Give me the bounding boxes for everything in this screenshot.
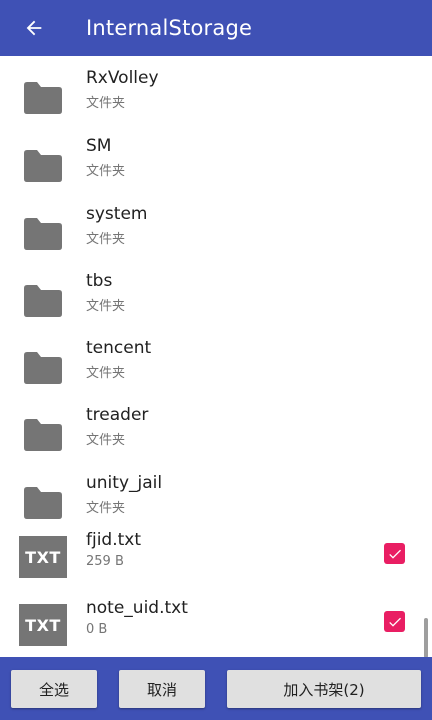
item-name: RxVolley — [86, 68, 159, 88]
item-name: treader — [86, 405, 149, 425]
list-item-file[interactable]: TXT fjid.txt 259 B — [0, 530, 432, 604]
item-type: 文件夹 — [86, 501, 126, 516]
folder-icon — [24, 150, 62, 182]
item-name: unity_jail — [86, 473, 163, 493]
select-checkbox[interactable] — [384, 611, 405, 632]
check-icon — [388, 549, 401, 559]
txt-file-icon: TXT — [19, 604, 67, 646]
list-item-folder[interactable]: system 文件夹 — [0, 204, 432, 278]
folder-icon — [24, 218, 62, 250]
item-name: tencent — [86, 338, 152, 358]
item-type: 文件夹 — [86, 164, 126, 179]
txt-file-icon: TXT — [19, 536, 67, 578]
folder-icon — [24, 82, 62, 114]
folder-icon — [24, 419, 62, 451]
item-type: 文件夹 — [86, 299, 126, 314]
item-size: 0 B — [86, 622, 108, 637]
folder-icon — [24, 487, 62, 519]
list-item-folder[interactable]: treader 文件夹 — [0, 405, 432, 479]
item-name: SM — [86, 136, 112, 156]
scrollbar[interactable] — [424, 618, 428, 658]
check-icon — [388, 617, 401, 627]
bottom-action-bar: 全选 取消 加入书架(2) — [0, 657, 432, 720]
list-item-folder[interactable]: SM 文件夹 — [0, 136, 432, 210]
folder-icon — [24, 285, 62, 317]
item-name: note_uid.txt — [86, 598, 188, 618]
item-name: system — [86, 204, 148, 224]
item-name: tbs — [86, 271, 113, 291]
cancel-button[interactable]: 取消 — [119, 670, 205, 708]
list-item-folder[interactable]: tbs 文件夹 — [0, 271, 432, 345]
list-item-folder[interactable]: tencent 文件夹 — [0, 338, 432, 412]
list-item-file[interactable]: TXT note_uid.txt 0 B — [0, 598, 432, 657]
item-name: fjid.txt — [86, 530, 142, 550]
select-all-button[interactable]: 全选 — [11, 670, 97, 708]
item-type: 文件夹 — [86, 366, 126, 381]
item-type: 文件夹 — [86, 433, 126, 448]
list-item-folder[interactable]: RxVolley 文件夹 — [0, 68, 432, 142]
arrow-back-icon — [26, 20, 42, 36]
file-list: RxVolley 文件夹 SM 文件夹 system 文件夹 tbs 文件夹 t… — [0, 40, 432, 657]
select-checkbox[interactable] — [384, 543, 405, 564]
add-to-bookshelf-button[interactable]: 加入书架(2) — [227, 670, 421, 708]
item-type: 文件夹 — [86, 96, 126, 111]
folder-icon — [24, 352, 62, 384]
page-title: InternalStorage — [86, 16, 253, 40]
item-type: 文件夹 — [86, 232, 126, 247]
item-size: 259 B — [86, 554, 124, 569]
